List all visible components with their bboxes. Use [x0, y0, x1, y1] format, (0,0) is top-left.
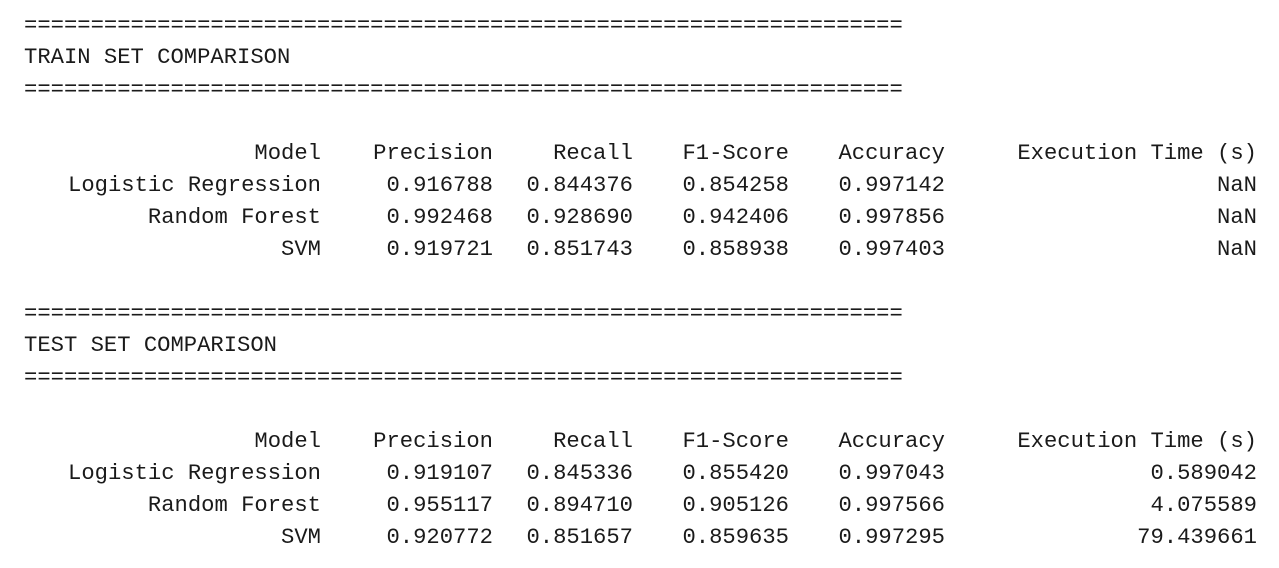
- cell-precision: 0.955117: [386, 493, 493, 518]
- header-accuracy: Accuracy: [838, 141, 945, 166]
- cell-accuracy: 0.997043: [838, 461, 945, 486]
- header-model: Model: [254, 141, 321, 166]
- cell-execution-time: NaN: [1217, 173, 1257, 198]
- cell-accuracy: 0.997403: [838, 237, 945, 262]
- header-recall: Recall: [553, 429, 633, 454]
- cell-model: Random Forest: [147, 205, 321, 230]
- cell-model: SVM: [281, 237, 321, 262]
- cell-precision: 0.916788: [386, 173, 493, 198]
- cell-accuracy: 0.997856: [838, 205, 945, 230]
- cell-execution-time: NaN: [1217, 205, 1257, 230]
- cell-f1-score: 0.859635: [682, 525, 789, 550]
- cell-execution-time: 4.075589: [1150, 493, 1257, 518]
- rule-line: ========================================…: [24, 301, 903, 326]
- cell-recall: 0.844376: [526, 173, 633, 198]
- section-title-train: TRAIN SET COMPARISON: [24, 45, 291, 70]
- cell-f1-score: 0.854258: [682, 173, 789, 198]
- cell-accuracy: 0.997566: [838, 493, 945, 518]
- cell-execution-time: 0.589042: [1150, 461, 1257, 486]
- cell-f1-score: 0.942406: [682, 205, 789, 230]
- cell-accuracy: 0.997142: [838, 173, 945, 198]
- cell-precision: 0.919721: [386, 237, 493, 262]
- cell-f1-score: 0.905126: [682, 493, 789, 518]
- cell-model: Logistic Regression: [68, 173, 321, 198]
- cell-precision: 0.992468: [386, 205, 493, 230]
- cell-f1-score: 0.858938: [682, 237, 789, 262]
- rule-line: ========================================…: [24, 365, 903, 390]
- cell-precision: 0.920772: [386, 525, 493, 550]
- cell-accuracy: 0.997295: [838, 525, 945, 550]
- cell-model: Logistic Regression: [68, 461, 321, 486]
- header-model: Model: [254, 429, 321, 454]
- header-recall: Recall: [553, 141, 633, 166]
- output-cell: { "rule": "=============================…: [0, 0, 1279, 568]
- cell-model: Random Forest: [147, 493, 321, 518]
- cell-recall: 0.851657: [526, 525, 633, 550]
- cell-recall: 0.928690: [526, 205, 633, 230]
- section-title-test: TEST SET COMPARISON: [24, 333, 277, 358]
- rule-line: ========================================…: [24, 13, 903, 38]
- rule-line: ========================================…: [24, 77, 903, 102]
- cell-recall: 0.851743: [526, 237, 633, 262]
- cell-recall: 0.894710: [526, 493, 633, 518]
- cell-f1-score: 0.855420: [682, 461, 789, 486]
- header-precision: Precision: [373, 429, 493, 454]
- header-accuracy: Accuracy: [838, 429, 945, 454]
- header-execution-time: Execution Time (s): [1017, 429, 1257, 454]
- header-precision: Precision: [373, 141, 493, 166]
- cell-execution-time: NaN: [1217, 237, 1257, 262]
- header-f1-score: F1-Score: [682, 141, 789, 166]
- cell-execution-time: 79.439661: [1137, 525, 1257, 550]
- cell-model: SVM: [281, 525, 321, 550]
- cell-precision: 0.919107: [386, 461, 493, 486]
- header-execution-time: Execution Time (s): [1017, 141, 1257, 166]
- header-f1-score: F1-Score: [682, 429, 789, 454]
- cell-recall: 0.845336: [526, 461, 633, 486]
